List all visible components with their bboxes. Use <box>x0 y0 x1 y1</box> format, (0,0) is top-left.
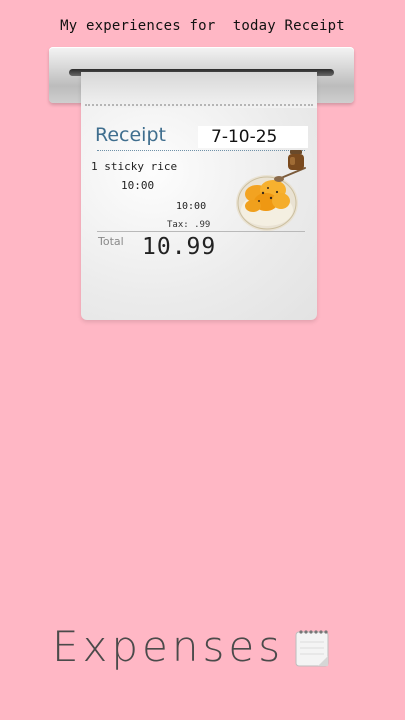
receipt-title: Receipt <box>95 124 166 146</box>
receipt-date: 7-10-25 <box>211 127 278 147</box>
date-box: 7-10-25 <box>198 126 308 148</box>
sauce-jar-photo <box>288 150 304 170</box>
total-value: 10.99 <box>142 234 217 260</box>
line-item-time: 10:00 <box>121 179 155 192</box>
receipt-paper: Receipt 7-10-25 1 sticky rice 10:00 10:0… <box>81 72 317 320</box>
expenses-label: Expenses <box>52 622 285 671</box>
perforation-line <box>85 104 313 106</box>
page-heading: My experiences for today Receipt <box>60 18 345 34</box>
total-label: Total <box>98 235 124 248</box>
subtotal-time: 10:00 <box>176 201 207 212</box>
notepad-icon <box>295 630 329 667</box>
paper-feed-shadow <box>81 72 317 108</box>
line-item-name: 1 sticky rice <box>91 160 178 173</box>
tax-line: Tax: .99 <box>167 220 211 230</box>
